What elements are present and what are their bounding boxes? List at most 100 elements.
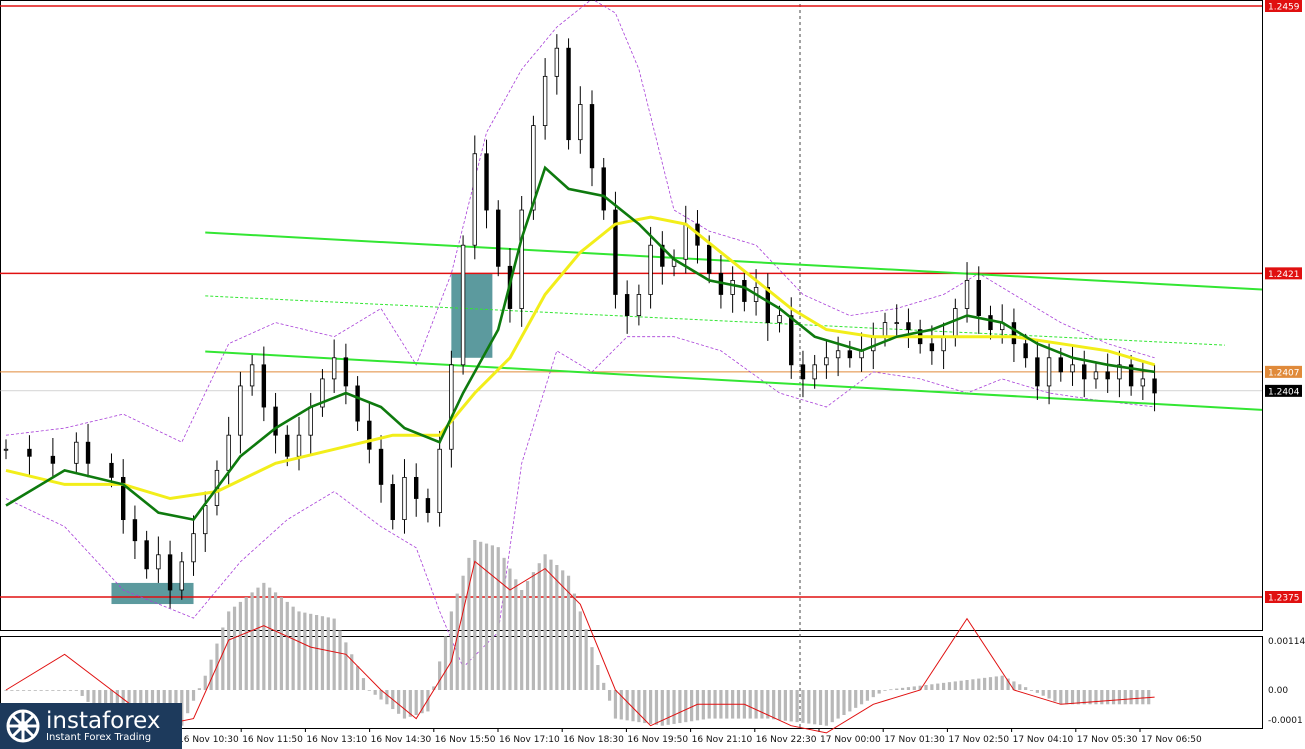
macd-histogram-bar (649, 690, 653, 724)
macd-histogram-bar (607, 690, 612, 701)
candle-body (554, 47, 560, 77)
time-tick-label: 17 Nov 02:50 (948, 735, 1009, 745)
candle-body (894, 322, 899, 325)
macd-histogram-bar (320, 616, 325, 690)
macd-histogram-bar (947, 682, 952, 690)
macd-histogram-bar (912, 686, 916, 690)
macd-histogram-bar (883, 690, 887, 691)
macd-histogram-bar (227, 611, 231, 690)
candle-body (343, 357, 349, 387)
macd-histogram-bar (33, 690, 37, 691)
candle-body (777, 315, 782, 324)
macd-histogram-bar (438, 661, 442, 690)
candle-body (331, 357, 337, 380)
macd-histogram-bar (191, 690, 196, 701)
macd-histogram-bar (1065, 690, 1069, 705)
macd-histogram-bar (314, 615, 319, 690)
macd-histogram-bar (906, 687, 911, 690)
candle-body (460, 244, 466, 366)
candle-body (765, 287, 770, 324)
macd-histogram-bar (203, 675, 207, 690)
macd-histogram-bar (209, 659, 213, 690)
macd-histogram-bar (39, 690, 43, 691)
macd-histogram-bar (672, 690, 676, 724)
candle-body (167, 554, 173, 591)
logo-tagline: Instant Forex Trading (46, 731, 152, 743)
macd-histogram-bar (988, 677, 993, 690)
macd-histogram-bar (854, 690, 858, 708)
macd-histogram-bar (4, 690, 8, 691)
macd-histogram-bar (555, 565, 559, 690)
macd-histogram-bar (197, 688, 201, 690)
macd-histogram-bar (297, 611, 301, 690)
macd-histogram-bar (1076, 690, 1080, 705)
candle-body (812, 364, 817, 380)
logo-brand: instaforex (46, 707, 161, 734)
macd-histogram-bar (10, 690, 14, 691)
candle-body (109, 462, 114, 478)
macd-histogram-bar (930, 684, 934, 690)
macd-histogram-bar (602, 682, 606, 690)
macd-histogram-bar (502, 557, 506, 690)
macd-tick-label: 0.00 (1268, 686, 1288, 696)
time-tick-label: 16 Nov 14:30 (371, 735, 432, 745)
macd-histogram-bar (57, 690, 61, 691)
candle-body (413, 476, 419, 499)
candle-body (742, 279, 747, 302)
macd-histogram-bar (525, 581, 530, 690)
macd-histogram-bar (268, 587, 272, 690)
macd-histogram-bar (397, 690, 401, 714)
macd-histogram-bar (1111, 690, 1116, 705)
macd-histogram-bar (824, 690, 828, 726)
candle-body (824, 357, 829, 366)
macd-histogram-bar (1000, 675, 1004, 690)
candle-body (1058, 357, 1063, 373)
candle-body (132, 519, 138, 542)
macd-histogram-bar (186, 690, 190, 714)
macd-histogram-bar (1053, 690, 1057, 702)
candle-body (367, 420, 372, 450)
time-tick-label: 17 Nov 04:10 (1013, 735, 1074, 745)
macd-histogram-bar (889, 689, 893, 691)
current-price-label: 1.2407 (1268, 368, 1300, 378)
macd-histogram-bar (238, 601, 242, 690)
macd-histogram-bar (338, 630, 342, 690)
macd-histogram-bar (684, 690, 688, 723)
candle-body (601, 167, 606, 211)
macd-histogram-bar (256, 587, 260, 690)
resistance-price-label: 1.2421 (1268, 270, 1300, 280)
macd-histogram-bar (537, 563, 541, 690)
macd-histogram-bar (514, 579, 518, 690)
candle-body (1105, 371, 1110, 380)
macd-histogram-bar (748, 690, 752, 719)
candle-body (226, 434, 231, 471)
macd-histogram-bar (871, 690, 875, 698)
candle-body (683, 223, 688, 260)
candle-body (85, 441, 91, 464)
candle-body (542, 75, 548, 127)
time-tick-label: 16 Nov 13:10 (306, 735, 367, 745)
macd-histogram-bar (303, 612, 307, 690)
time-tick-label: 17 Nov 06:50 (1141, 735, 1202, 745)
macd-histogram-bar (496, 547, 500, 690)
candle-body (425, 498, 431, 513)
macd-histogram-bar (936, 683, 940, 690)
candle-body (179, 561, 184, 591)
macd-histogram-bar (414, 690, 418, 715)
macd-histogram-bar (637, 690, 641, 723)
macd-histogram-bar (244, 597, 248, 690)
macd-histogram-bar (1041, 690, 1045, 696)
macd-histogram-bar (795, 690, 799, 723)
time-tick-label: 16 Nov 11:50 (242, 735, 303, 745)
macd-histogram-bar (789, 690, 793, 722)
macd-histogram-bar (994, 676, 998, 690)
candle-body (285, 434, 290, 457)
macd-histogram-bar (1135, 690, 1139, 705)
macd-tick-label: 0.00114 (1268, 637, 1305, 647)
macd-histogram-bar (467, 557, 471, 690)
candle-body (648, 244, 653, 295)
macd-histogram-bar (326, 617, 330, 690)
macd-histogram-bar (449, 611, 453, 690)
macd-histogram-bar (842, 690, 846, 715)
macd-histogram-bar (74, 690, 78, 691)
